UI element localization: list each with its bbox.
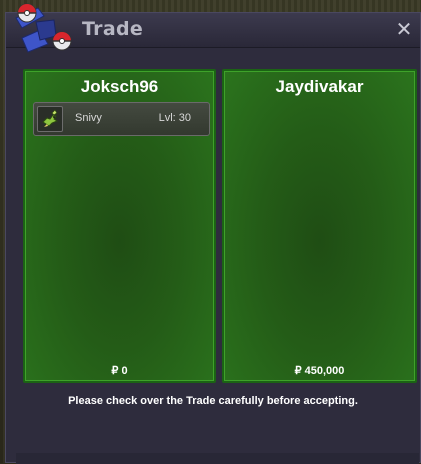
- snivy-icon: [37, 106, 63, 132]
- pokeball-logo-icon: [10, 0, 74, 56]
- money-right: ₽ 450,000: [294, 365, 345, 377]
- pokemon-name: Snivy: [75, 112, 102, 124]
- trade-window: Trade ✕ Joksch96 Snivy Lvl: 30 ₽ 0 Jaydi…: [5, 12, 421, 464]
- footer-bar: [16, 453, 419, 464]
- player-name-left: Joksch96: [80, 77, 159, 96]
- trade-notice: Please check over the Trade carefully be…: [68, 395, 358, 407]
- close-button[interactable]: ✕: [394, 18, 414, 40]
- offer-panel-right: Jaydivakar ₽ 450,000: [222, 69, 417, 383]
- offer-panel-left: Joksch96 Snivy Lvl: 30 ₽ 0: [23, 69, 216, 383]
- player-name-right: Jaydivakar: [275, 77, 364, 96]
- pokemon-level: Lvl: 30: [158, 112, 191, 124]
- money-left: ₽ 0: [111, 365, 128, 377]
- window-title: Trade: [82, 18, 144, 40]
- pokemon-slot[interactable]: Snivy Lvl: 30: [33, 102, 210, 136]
